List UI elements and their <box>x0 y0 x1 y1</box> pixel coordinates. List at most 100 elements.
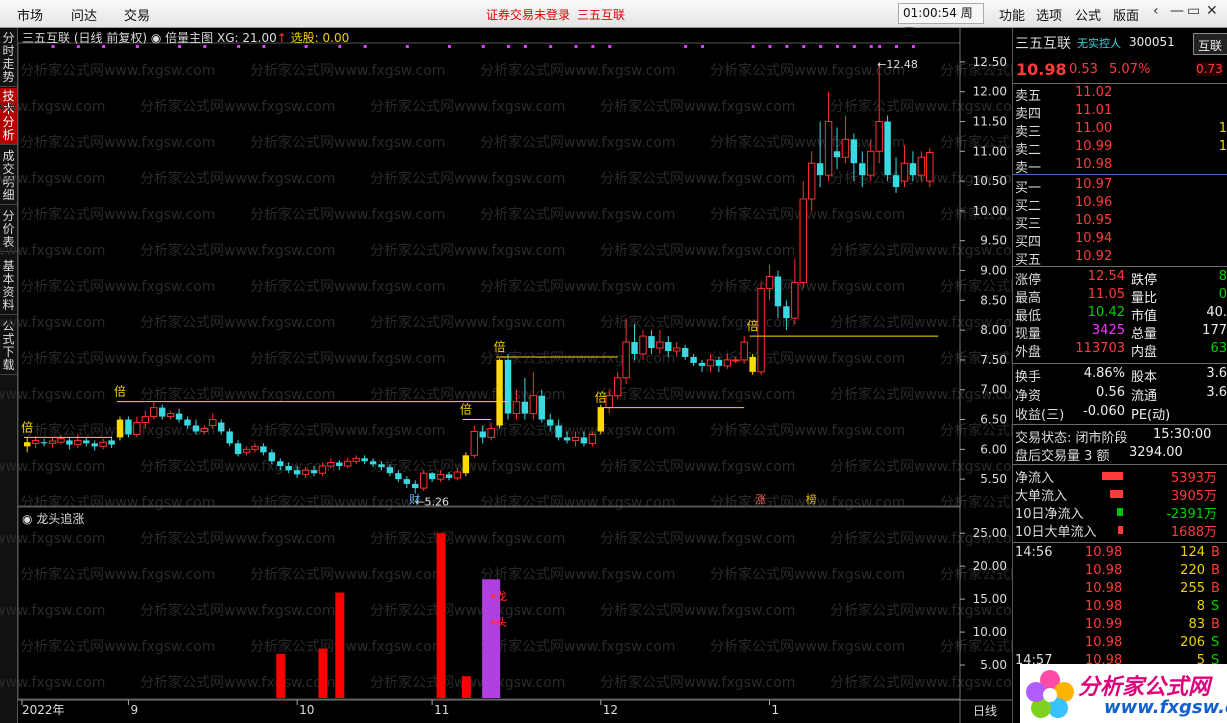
stat2-value: 0.56 <box>1096 385 1125 400</box>
main-chart-title: 三五互联 (日线 前复权) ◉ 倍量主图 XG: 21.00↑ 选股: 0.00 <box>22 29 349 46</box>
tick-price: 10.98 <box>1085 599 1123 614</box>
sub-indicator-title[interactable]: 龙头追涨 <box>36 512 84 526</box>
watermark-text: 分析家公式网www.fxgsw.com <box>370 170 565 187</box>
candle-body <box>40 442 48 444</box>
candle-body <box>200 427 209 432</box>
tick-price: 10.99 <box>1085 617 1123 632</box>
buy-level-price[interactable]: 10.97 <box>1075 177 1125 192</box>
candle-body <box>833 151 841 158</box>
menu-formula[interactable]: 公式 <box>1075 5 1101 24</box>
stat-label: 现量 <box>1015 327 1042 342</box>
watermark-text: 分析家公式网www.fxgsw.com <box>710 350 905 367</box>
sell-level-price[interactable]: 10.99 <box>1075 139 1125 154</box>
price-tick-label: 10.00 <box>973 204 1007 218</box>
candle-body <box>91 443 98 447</box>
candle-body <box>24 442 31 447</box>
signal-dot <box>523 45 527 48</box>
sell-level-price[interactable]: 11.02 <box>1075 85 1125 100</box>
watermark-text: 分析家公式网www.fxgsw.com <box>600 386 795 403</box>
candle-body <box>133 422 141 435</box>
candle-body <box>336 462 343 467</box>
date-tick-label: 11 <box>434 703 449 717</box>
sell-level-price[interactable]: 11.00 <box>1075 121 1125 136</box>
candle-body <box>285 466 292 471</box>
back-icon[interactable]: ‹ <box>1153 3 1159 19</box>
watermark-text: 分析家公式网www.fxgsw.com <box>250 566 445 583</box>
stock-title: 三五互联 <box>22 31 71 45</box>
stat2-label-2: 流通 <box>1131 389 1158 404</box>
candle-body <box>352 457 360 462</box>
xg-value: XG: 21.00 <box>217 31 277 45</box>
candle-body <box>698 362 706 366</box>
quote-panel: 三五互联 无实控人 300051 互联 10.98 0.53 5.07% 0.7… <box>1012 28 1227 723</box>
candle-body <box>765 275 774 289</box>
stat-value-2: 8 <box>1218 269 1227 284</box>
candle-body <box>141 416 150 424</box>
sell-level-volume: 1 <box>1218 121 1227 136</box>
watermark-text: 分析家公式网www.fxgsw.com <box>140 602 335 619</box>
indicator-bar <box>318 648 328 698</box>
candle-body <box>361 458 368 462</box>
watermark-text: 分析家公式网www.fxgsw.com <box>480 206 675 223</box>
indicator-bar <box>335 592 345 698</box>
buy-level-price[interactable]: 10.95 <box>1075 213 1125 228</box>
candle-body <box>403 479 411 484</box>
sell-level-price[interactable]: 10.98 <box>1075 157 1125 172</box>
restore-icon[interactable]: ▭ <box>1187 3 1200 19</box>
price-tick-label: 5.50 <box>980 472 1007 486</box>
price-tick-label: 7.00 <box>980 383 1007 397</box>
candle-body <box>445 474 453 478</box>
watermark-text: 分析家公式网www.fxgsw.com <box>0 386 105 403</box>
quote-price: 10.98 <box>1016 60 1067 79</box>
flow-label: 10日净流入 <box>1015 507 1084 522</box>
signal-dot <box>608 45 612 48</box>
watermark-text: 分析家公式网www.fxgsw.com <box>140 242 335 259</box>
candle-body <box>791 281 799 319</box>
stat-label-2: 内盘 <box>1131 345 1158 360</box>
quote-tab[interactable]: 互联 <box>1193 33 1227 55</box>
candle-body <box>690 356 697 363</box>
candle-body <box>597 407 605 432</box>
watermark-text: 分析家公式网www.fxgsw.com <box>710 62 905 79</box>
watermark-text: 分析家公式网www.fxgsw.com <box>20 62 215 79</box>
watermark-text: 分析家公式网www.fxgsw.com <box>600 458 795 475</box>
minimize-icon[interactable]: — <box>1170 3 1184 19</box>
candle-body <box>656 341 664 349</box>
kline-chart[interactable]: 分析家公式网www.fxgsw.com 分析家公式网www.fxgsw.com 分析… <box>0 0 1012 723</box>
buy-level-price[interactable]: 10.96 <box>1075 195 1125 210</box>
watermark-text: 分析家公式网www.fxgsw.com <box>250 206 445 223</box>
period-label[interactable]: 日线 <box>973 702 997 719</box>
menu-layout[interactable]: 版面 <box>1113 5 1139 24</box>
stat-label: 涨停 <box>1015 273 1042 288</box>
volume-tick-label: 10.00 <box>973 625 1007 639</box>
indicator-title[interactable]: 倍量主图 <box>165 31 213 45</box>
signal-dot <box>852 45 856 48</box>
tick-volume: 255 <box>1180 581 1205 596</box>
close-icon[interactable]: ✕ <box>1206 3 1218 19</box>
stat-value-2: 63 <box>1210 341 1227 356</box>
after-hours-value: 3294.00 <box>1129 445 1183 460</box>
watermark-text: 分析家公式网www.fxgsw.com <box>250 62 445 79</box>
menu-options[interactable]: 选项 <box>1036 5 1062 24</box>
signal-dot <box>591 45 595 48</box>
candle-body <box>538 395 545 420</box>
candle-body <box>732 359 740 362</box>
tou-dot <box>491 620 496 625</box>
watermark-text: 分析家公式网www.fxgsw.com <box>20 638 215 655</box>
candle-body <box>268 452 276 462</box>
candle-body <box>859 163 866 176</box>
date-tick-label: 2022年 <box>22 703 65 717</box>
watermark-text: 分析家公式网www.fxgsw.com <box>140 98 335 115</box>
buy-level-price[interactable]: 10.92 <box>1075 249 1125 264</box>
buy-level-price[interactable]: 10.94 <box>1075 231 1125 246</box>
price-tick-label: 8.00 <box>980 323 1007 337</box>
candle-body <box>613 377 622 397</box>
date-tick-label: 9 <box>130 703 138 717</box>
candle-body <box>622 341 630 379</box>
candle-body <box>706 359 715 367</box>
sell-level-price[interactable]: 11.01 <box>1075 103 1125 118</box>
signal-dot <box>574 45 578 48</box>
date-tick-label: 1 <box>772 703 780 717</box>
flow-bar <box>1118 526 1123 534</box>
candle-body <box>66 440 73 445</box>
